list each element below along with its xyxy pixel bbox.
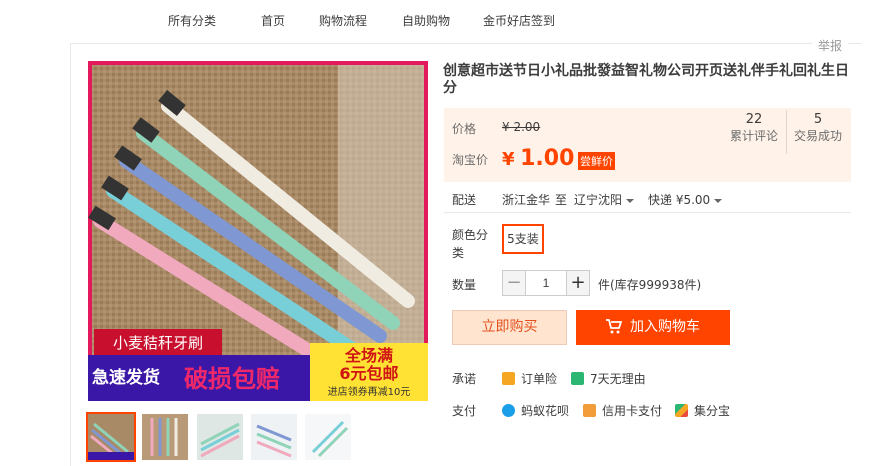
add-to-cart-label: 加入购物车 bbox=[630, 319, 700, 335]
huabei-icon bbox=[502, 404, 515, 417]
add-to-cart-button[interactable]: 加入购物车 bbox=[576, 310, 730, 345]
divider bbox=[444, 212, 851, 213]
thumbnail-4[interactable] bbox=[251, 414, 297, 460]
thumbnail-2[interactable] bbox=[142, 414, 188, 460]
review-count-label: 累计评论 bbox=[729, 129, 778, 143]
price-label: 价格 bbox=[452, 122, 477, 136]
currency-symbol: ¥ bbox=[502, 149, 515, 170]
quantity-stepper: − + bbox=[502, 270, 590, 296]
thumbnail-3[interactable] bbox=[197, 414, 243, 460]
payment-label: 支付 bbox=[452, 404, 477, 418]
top-navigation: 所有分类 首页 购物流程 自助购物 金币好店签到 bbox=[0, 0, 876, 38]
current-price: ¥ 1.00 bbox=[502, 146, 574, 171]
seven-day-return-label: 7天无理由 bbox=[590, 372, 646, 386]
taobao-price-label: 淘宝价 bbox=[452, 153, 489, 167]
shipping-method-select[interactable]: 快递 ¥5.00 bbox=[648, 191, 723, 208]
payment-huabei[interactable]: 蚂蚁花呗 bbox=[502, 402, 569, 419]
thumbnail-1[interactable] bbox=[86, 412, 136, 462]
banner-free-shipping: 6元包邮 bbox=[339, 364, 398, 383]
shipping-to-word: 至 bbox=[555, 193, 568, 207]
shipping-from: 浙江金华 bbox=[502, 193, 551, 207]
report-link[interactable]: 举报 bbox=[812, 37, 849, 54]
promise-label: 承诺 bbox=[452, 372, 477, 386]
nav-shopping-process[interactable]: 购物流程 bbox=[319, 12, 367, 29]
banner-full-store: 全场满 bbox=[344, 346, 393, 365]
thumbnail-image bbox=[88, 414, 134, 460]
thumbnail-image bbox=[305, 414, 351, 460]
transaction-count: 5 交易成功 bbox=[790, 112, 846, 144]
scrollbar[interactable] bbox=[862, 43, 876, 466]
shipping-destination: 辽宁沈阳 bbox=[574, 193, 623, 207]
credit-card-icon bbox=[583, 404, 596, 417]
banner-fast-shipping: 急速发货 bbox=[92, 367, 160, 388]
quantity-decrease-button[interactable]: − bbox=[502, 270, 526, 296]
transaction-count-label: 交易成功 bbox=[793, 129, 842, 143]
stats-divider bbox=[786, 110, 787, 154]
quantity-increase-button[interactable]: + bbox=[566, 270, 590, 296]
toothbrush-photo: 小麦秸秆牙刷 急速发货 破损包赔 全场满 6元包邮 进店领券再减10元 bbox=[88, 61, 428, 401]
nav-gold-coin-checkin[interactable]: 金币好店签到 bbox=[483, 12, 555, 29]
nav-self-service[interactable]: 自助购物 bbox=[402, 12, 450, 29]
payment-jifenbao[interactable]: 集分宝 bbox=[675, 402, 730, 419]
thumbnail-image bbox=[197, 414, 243, 460]
color-category-label-line1: 颜色分 bbox=[452, 228, 489, 242]
payment-credit-card[interactable]: 信用卡支付 bbox=[583, 402, 662, 419]
promise-7-day-return[interactable]: 7天无理由 bbox=[571, 370, 646, 387]
shipping-destination-select[interactable]: 辽宁沈阳 bbox=[574, 191, 635, 208]
cart-icon bbox=[606, 313, 623, 348]
promise-order-insurance[interactable]: 订单险 bbox=[502, 370, 557, 387]
quantity-label: 数量 bbox=[452, 278, 477, 292]
nav-all-categories[interactable]: 所有分类 bbox=[168, 12, 216, 29]
trial-price-badge: 尝鲜价 bbox=[578, 152, 615, 170]
thumbnail-5[interactable] bbox=[305, 414, 351, 460]
transaction-count-value: 5 bbox=[813, 112, 823, 127]
jifenbao-icon bbox=[675, 404, 688, 417]
seven-day-return-icon bbox=[571, 372, 584, 385]
current-price-value: 1.00 bbox=[520, 146, 575, 171]
thumbnail-image bbox=[142, 414, 188, 460]
order-insurance-label: 订单险 bbox=[521, 372, 558, 386]
shipping-method: 快递 ¥5.00 bbox=[648, 193, 711, 207]
product-title: 创意超市送节日小礼品批發益智礼物公司开页送礼伴手礼回礼生日分 bbox=[443, 63, 849, 96]
chevron-down-icon bbox=[714, 198, 723, 203]
banner-damage-compensation: 破损包赔 bbox=[184, 365, 280, 393]
color-category-label-line2: 类 bbox=[452, 246, 465, 260]
price-box: 价格 ¥ 2.00 淘宝价 ¥ 1.00 尝鲜价 22 累计评论 5 交易成功 bbox=[444, 108, 851, 182]
quantity-input[interactable] bbox=[526, 270, 566, 296]
huabei-label: 蚂蚁花呗 bbox=[521, 404, 570, 418]
chevron-down-icon bbox=[626, 198, 635, 203]
banner-coupon: 进店领券再减10元 bbox=[328, 385, 411, 398]
main-product-image[interactable]: 小麦秸秆牙刷 急速发货 破损包赔 全场满 6元包邮 进店领券再减10元 bbox=[88, 61, 428, 401]
original-price: ¥ 2.00 bbox=[502, 120, 541, 134]
review-count[interactable]: 22 累计评论 bbox=[726, 112, 782, 144]
credit-card-label: 信用卡支付 bbox=[602, 404, 663, 418]
buy-now-button[interactable]: 立即购买 bbox=[452, 310, 567, 345]
banner-top-text: 小麦秸秆牙刷 bbox=[113, 334, 203, 352]
stock-info: 件(库存999938件) bbox=[598, 278, 702, 292]
sku-option-5-pack[interactable]: 5支装 bbox=[502, 224, 544, 254]
thumbnail-image bbox=[251, 414, 297, 460]
order-insurance-icon bbox=[502, 372, 515, 385]
review-count-value: 22 bbox=[745, 112, 763, 127]
shipping-label: 配送 bbox=[452, 193, 477, 207]
nav-home[interactable]: 首页 bbox=[261, 12, 285, 29]
jifenbao-label: 集分宝 bbox=[694, 404, 731, 418]
